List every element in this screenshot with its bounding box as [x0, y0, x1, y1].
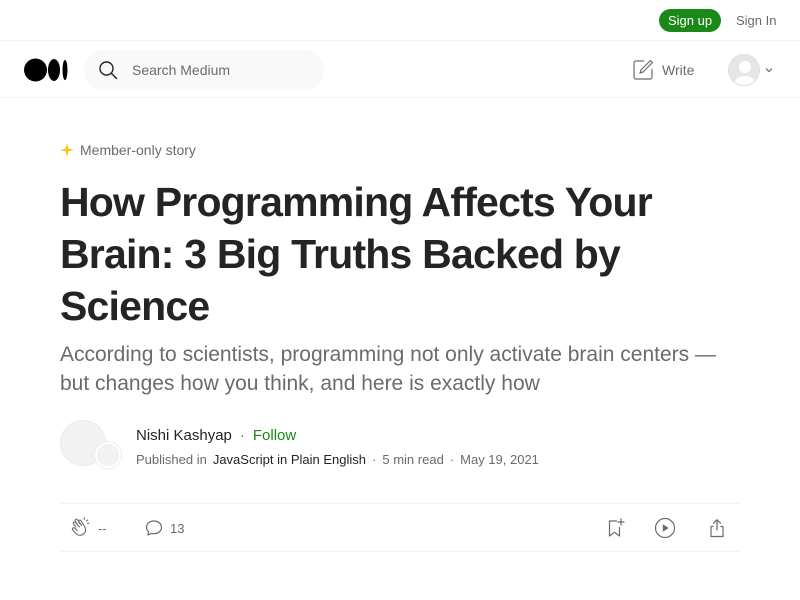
read-time: 5 min read: [382, 451, 444, 467]
medium-logo-icon[interactable]: [24, 58, 69, 82]
publication-avatar[interactable]: [95, 442, 121, 468]
search-bar[interactable]: Search Medium: [84, 50, 324, 90]
separator: ·: [239, 426, 245, 444]
write-button[interactable]: Write: [632, 58, 694, 82]
publication-link[interactable]: JavaScript in Plain English: [213, 452, 366, 467]
clap-icon: [70, 517, 92, 539]
response-count: 13: [170, 520, 185, 536]
clap-count: --: [98, 520, 107, 536]
search-input[interactable]: Search Medium: [132, 50, 230, 90]
action-bar: -- 13: [60, 503, 740, 552]
search-icon: [98, 60, 118, 80]
listen-button[interactable]: [654, 516, 676, 540]
meta-line: Published in JavaScript in Plain English…: [136, 450, 539, 468]
share-icon: [706, 517, 728, 539]
clap-button[interactable]: --: [70, 516, 107, 540]
main-header: Search Medium Write: [0, 41, 800, 98]
sign-up-button[interactable]: Sign up: [659, 9, 721, 32]
member-star-icon: [60, 143, 74, 157]
published-in-label: Published in: [136, 451, 207, 467]
write-icon: [632, 59, 654, 81]
sign-in-link[interactable]: Sign In: [736, 9, 776, 32]
save-button[interactable]: [604, 516, 626, 540]
share-button[interactable]: [706, 516, 728, 540]
user-menu[interactable]: [728, 54, 774, 86]
responses-button[interactable]: 13: [144, 516, 184, 540]
author-row: Nishi Kashyap · Follow Published in Java…: [60, 420, 740, 470]
play-icon: [654, 517, 676, 539]
avatar-icon: [728, 54, 760, 86]
top-auth-bar: Sign up Sign In: [0, 0, 800, 41]
member-only-badge: Member-only story: [60, 140, 196, 160]
write-label: Write: [662, 62, 695, 78]
separator: ·: [372, 451, 377, 467]
separator: ·: [449, 451, 455, 467]
author-name[interactable]: Nishi Kashyap: [136, 427, 232, 444]
publish-date: May 19, 2021: [460, 451, 539, 467]
follow-button[interactable]: Follow: [253, 427, 296, 444]
article-title: How Programming Affects Your Brain: 3 Bi…: [60, 179, 653, 329]
article-subtitle: According to scientists, programming not…: [60, 343, 716, 395]
response-icon: [144, 518, 164, 538]
chevron-down-icon: [764, 65, 774, 75]
bookmark-add-icon: [604, 517, 626, 539]
member-badge-label: Member-only story: [80, 142, 196, 158]
author-line: Nishi Kashyap · Follow: [136, 425, 296, 445]
